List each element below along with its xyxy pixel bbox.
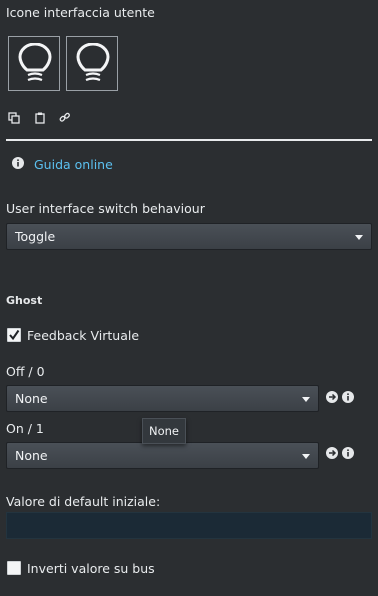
lightbulb-icon (76, 43, 110, 82)
checkmark-icon (9, 329, 20, 341)
chevron-down-icon (302, 454, 310, 459)
link-icon[interactable] (59, 112, 71, 124)
chevron-down-icon (355, 235, 363, 240)
tooltip: None (142, 418, 187, 444)
arrow-right-icon[interactable] (326, 447, 338, 459)
divider (6, 139, 372, 141)
ghost-title: Ghost (6, 294, 43, 307)
ui-icons-title: Icone interfaccia utente (6, 5, 155, 20)
info-icon[interactable] (342, 447, 354, 459)
on-select[interactable]: None (6, 442, 319, 469)
arrow-right-icon[interactable] (326, 391, 338, 403)
invert-checkbox[interactable] (7, 561, 21, 575)
switch-behaviour-label: User interface switch behaviour (6, 201, 205, 216)
virtual-feedback-label: Feedback Virtuale (27, 328, 140, 343)
default-value-input[interactable] (6, 512, 372, 539)
online-guide-link[interactable]: Guida online (34, 157, 113, 172)
icon-tile-1[interactable] (8, 36, 60, 91)
off-label: Off / 0 (6, 364, 45, 379)
switch-behaviour-select[interactable]: Toggle (6, 223, 372, 250)
off-select[interactable]: None (6, 385, 319, 412)
on-label: On / 1 (6, 421, 44, 436)
default-value-label: Valore di default iniziale: (6, 494, 161, 509)
on-value: None (15, 448, 48, 463)
clipboard-icon[interactable] (34, 112, 46, 124)
invert-label: Inverti valore su bus (27, 561, 155, 576)
info-icon (12, 157, 24, 169)
lightbulb-icon (18, 43, 52, 82)
chevron-down-icon (302, 397, 310, 402)
info-icon[interactable] (342, 391, 354, 403)
icon-tile-2[interactable] (66, 36, 118, 91)
off-value: None (15, 391, 48, 406)
virtual-feedback-checkbox[interactable] (7, 328, 21, 342)
copy-icon[interactable] (8, 112, 20, 124)
switch-behaviour-value: Toggle (15, 229, 56, 244)
